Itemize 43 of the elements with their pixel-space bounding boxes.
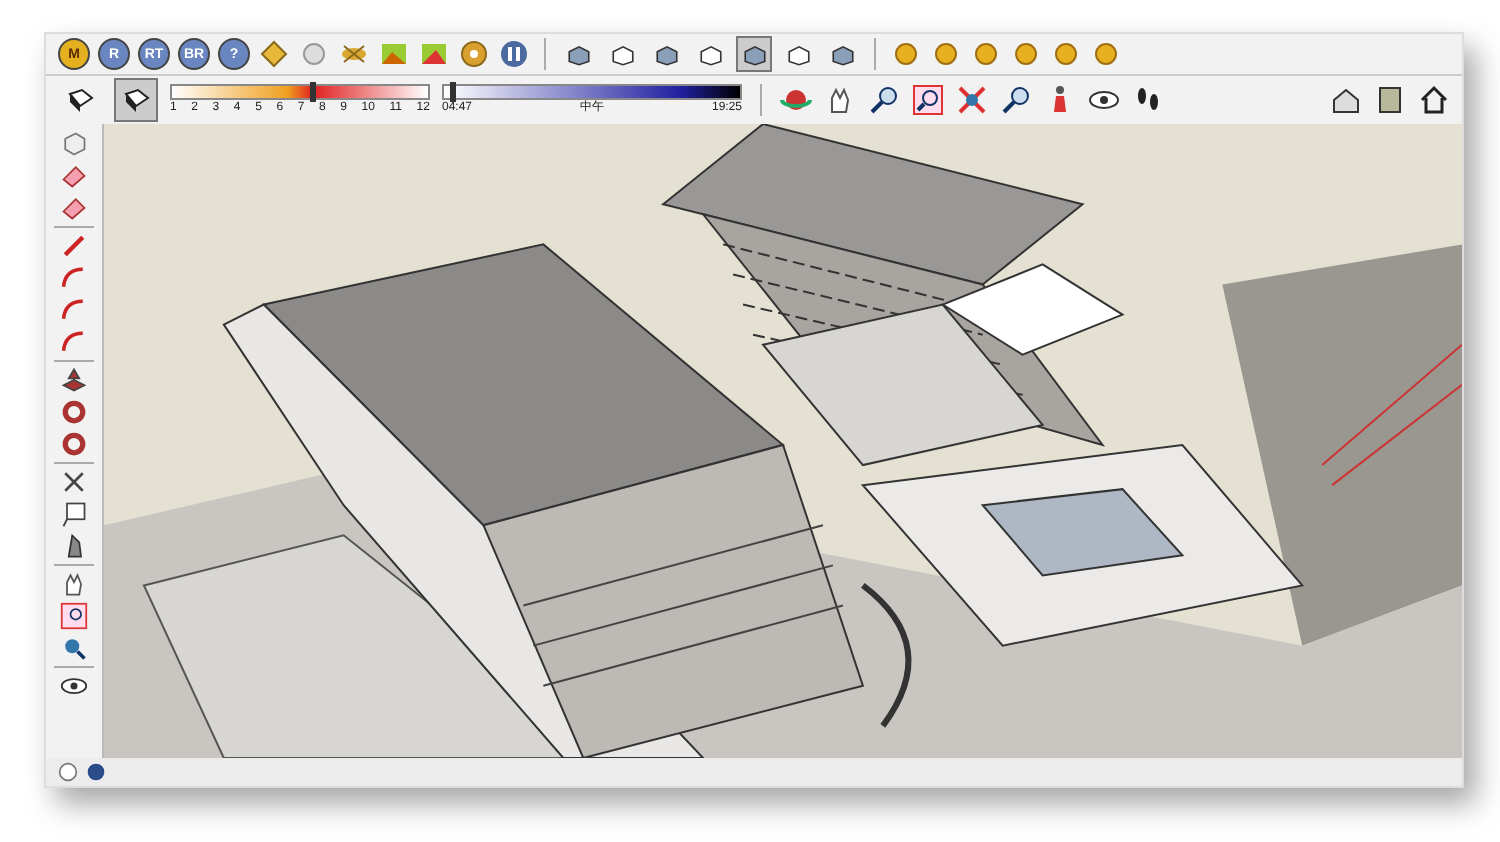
cube-icon — [785, 41, 811, 67]
style-button[interactable] — [114, 78, 158, 122]
push-pull-icon[interactable] — [60, 366, 88, 394]
door-icon[interactable] — [1374, 84, 1406, 116]
zoom-window-icon[interactable] — [60, 602, 88, 630]
orbit-icon[interactable] — [780, 84, 812, 116]
cube-icon — [697, 41, 723, 67]
cube-icon — [565, 41, 591, 67]
eye-icon[interactable] — [60, 672, 88, 700]
cube-icon — [609, 41, 635, 67]
cube-icon — [120, 84, 152, 116]
cube-icon — [653, 41, 679, 67]
cube-icon — [741, 41, 767, 67]
magnifier-icon[interactable] — [1000, 84, 1032, 116]
time-slider[interactable] — [442, 84, 742, 100]
sun-icon[interactable] — [1050, 38, 1082, 70]
sun-icon[interactable] — [1010, 38, 1042, 70]
hand-icon[interactable] — [60, 570, 88, 598]
magnifier-icon[interactable] — [60, 634, 88, 662]
sun-icon[interactable] — [890, 38, 922, 70]
home-icon[interactable] — [1418, 84, 1450, 116]
cube-icon — [829, 41, 855, 67]
face-style-button[interactable] — [736, 36, 772, 72]
sun-icon[interactable] — [1090, 38, 1122, 70]
pause-icon[interactable] — [498, 38, 530, 70]
house-icon[interactable] — [1330, 84, 1362, 116]
landscape-icon[interactable] — [418, 38, 450, 70]
sphere-icon[interactable] — [298, 38, 330, 70]
eraser-icon[interactable] — [60, 194, 88, 222]
cube-icon — [64, 84, 96, 116]
search-icon[interactable] — [868, 84, 900, 116]
cube-icon[interactable] — [60, 130, 88, 158]
zoom-window-icon[interactable] — [912, 84, 944, 116]
footprints-icon[interactable] — [1132, 84, 1164, 116]
sun-icon[interactable] — [930, 38, 962, 70]
month-slider[interactable] — [170, 84, 430, 100]
sun-icon[interactable] — [970, 38, 1002, 70]
tape-measure-icon[interactable] — [60, 468, 88, 496]
landscape-icon[interactable] — [378, 38, 410, 70]
slider-thumb[interactable] — [310, 82, 317, 102]
pencil-icon[interactable] — [60, 232, 88, 260]
text-box-icon[interactable] — [60, 500, 88, 528]
slider-thumb[interactable] — [450, 82, 457, 102]
